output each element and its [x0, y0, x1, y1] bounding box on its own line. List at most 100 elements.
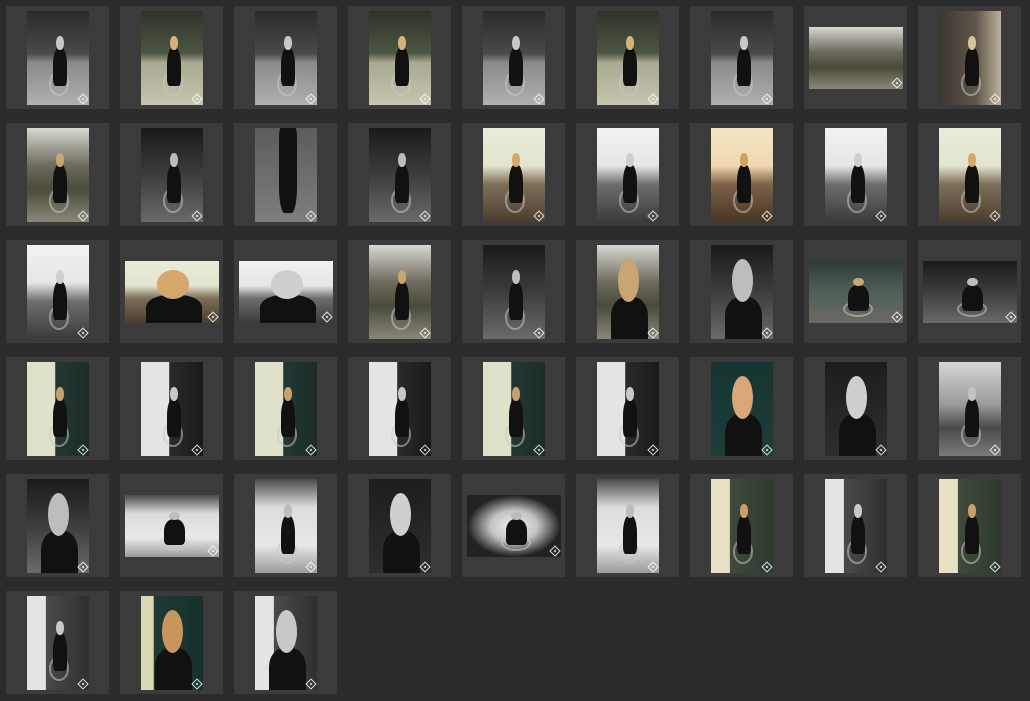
thumbnail-image[interactable]: [27, 596, 89, 690]
thumbnail-cell[interactable]: [6, 591, 109, 694]
thumbnail-cell[interactable]: [234, 6, 337, 109]
person-head: [512, 36, 520, 50]
thumbnail-image[interactable]: [939, 362, 1001, 456]
thumbnail-cell[interactable]: [120, 6, 223, 109]
thumbnail-image[interactable]: [711, 479, 773, 573]
thumbnail-cell[interactable]: [234, 240, 337, 343]
thumbnail-image[interactable]: [369, 479, 431, 573]
thumbnail-cell[interactable]: [576, 6, 679, 109]
thumbnail-image[interactable]: [597, 128, 659, 222]
thumbnail-cell[interactable]: [918, 357, 1021, 460]
thumbnail-cell[interactable]: [690, 123, 793, 226]
thumbnail-cell[interactable]: [234, 123, 337, 226]
thumbnail-cell[interactable]: [6, 357, 109, 460]
thumbnail-image[interactable]: [125, 261, 219, 323]
thumbnail-image[interactable]: [125, 495, 219, 557]
thumbnail-cell[interactable]: [462, 240, 565, 343]
thumbnail-image[interactable]: [141, 362, 203, 456]
thumbnail-image[interactable]: [255, 11, 317, 105]
thumbnail-cell[interactable]: [120, 357, 223, 460]
person-head: [968, 36, 976, 50]
thumbnail-cell[interactable]: [462, 357, 565, 460]
thumbnail-image[interactable]: [711, 128, 773, 222]
thumbnail-image[interactable]: [467, 495, 561, 557]
thumbnail-image[interactable]: [825, 479, 887, 573]
thumbnail-image[interactable]: [597, 362, 659, 456]
thumbnail-image[interactable]: [239, 261, 333, 323]
thumbnail-image[interactable]: [939, 11, 1001, 105]
thumbnail-cell[interactable]: [6, 123, 109, 226]
thumbnail-cell[interactable]: [918, 123, 1021, 226]
thumbnail-image[interactable]: [825, 362, 887, 456]
thumbnail-image[interactable]: [141, 128, 203, 222]
thumbnail-cell[interactable]: [576, 357, 679, 460]
thumbnail-cell[interactable]: [690, 357, 793, 460]
person-figure: [509, 46, 523, 87]
thumbnail-cell[interactable]: [348, 6, 451, 109]
thumbnail-cell[interactable]: [576, 474, 679, 577]
thumbnail-cell[interactable]: [918, 6, 1021, 109]
thumbnail-cell[interactable]: [6, 240, 109, 343]
thumbnail-image[interactable]: [369, 11, 431, 105]
thumbnail-cell[interactable]: [348, 123, 451, 226]
thumbnail-image[interactable]: [27, 362, 89, 456]
thumbnail-cell[interactable]: [120, 240, 223, 343]
thumbnail-image[interactable]: [597, 245, 659, 339]
thumbnail-image[interactable]: [255, 362, 317, 456]
thumbnail-image[interactable]: [255, 596, 317, 690]
thumbnail-cell[interactable]: [576, 240, 679, 343]
thumbnail-cell[interactable]: [6, 474, 109, 577]
thumbnail-cell[interactable]: [918, 474, 1021, 577]
thumbnail-image[interactable]: [597, 11, 659, 105]
thumbnail-cell[interactable]: [234, 357, 337, 460]
thumbnail-image[interactable]: [27, 128, 89, 222]
thumbnail-image[interactable]: [255, 479, 317, 573]
thumbnail-image[interactable]: [483, 11, 545, 105]
thumbnail-cell[interactable]: [120, 123, 223, 226]
thumbnail-cell[interactable]: [120, 474, 223, 577]
thumbnail-image[interactable]: [923, 261, 1017, 323]
thumbnail-image[interactable]: [809, 27, 903, 89]
thumbnail-image[interactable]: [711, 11, 773, 105]
thumbnail-image[interactable]: [141, 11, 203, 105]
thumbnail-image[interactable]: [483, 128, 545, 222]
thumbnail-cell[interactable]: [348, 357, 451, 460]
thumbnail-image[interactable]: [483, 245, 545, 339]
thumbnail-image[interactable]: [809, 261, 903, 323]
thumbnail-image[interactable]: [369, 128, 431, 222]
thumbnail-cell[interactable]: [804, 474, 907, 577]
thumbnail-image[interactable]: [369, 245, 431, 339]
thumbnail-cell[interactable]: [234, 474, 337, 577]
person-head: [626, 153, 634, 167]
thumbnail-image[interactable]: [369, 362, 431, 456]
thumbnail-image[interactable]: [141, 596, 203, 690]
thumbnail-cell[interactable]: [348, 240, 451, 343]
thumbnail-cell[interactable]: [690, 474, 793, 577]
thumbnail-image[interactable]: [711, 362, 773, 456]
thumbnail-image[interactable]: [27, 11, 89, 105]
thumbnail-image[interactable]: [939, 479, 1001, 573]
thumbnail-cell[interactable]: [804, 123, 907, 226]
thumbnail-image[interactable]: [597, 479, 659, 573]
thumbnail-cell[interactable]: [918, 240, 1021, 343]
thumbnail-cell[interactable]: [6, 6, 109, 109]
thumbnail-cell[interactable]: [804, 357, 907, 460]
thumbnail-image[interactable]: [939, 128, 1001, 222]
thumbnail-image[interactable]: [27, 479, 89, 573]
thumbnail-image[interactable]: [711, 245, 773, 339]
thumbnail-cell[interactable]: [462, 123, 565, 226]
thumbnail-cell[interactable]: [234, 591, 337, 694]
thumbnail-cell[interactable]: [462, 6, 565, 109]
thumbnail-image[interactable]: [255, 128, 317, 222]
thumbnail-cell[interactable]: [804, 240, 907, 343]
thumbnail-cell[interactable]: [120, 591, 223, 694]
thumbnail-image[interactable]: [825, 128, 887, 222]
thumbnail-image[interactable]: [27, 245, 89, 339]
thumbnail-cell[interactable]: [462, 474, 565, 577]
thumbnail-cell[interactable]: [690, 240, 793, 343]
thumbnail-cell[interactable]: [348, 474, 451, 577]
thumbnail-cell[interactable]: [690, 6, 793, 109]
thumbnail-cell[interactable]: [576, 123, 679, 226]
thumbnail-cell[interactable]: [804, 6, 907, 109]
thumbnail-image[interactable]: [483, 362, 545, 456]
